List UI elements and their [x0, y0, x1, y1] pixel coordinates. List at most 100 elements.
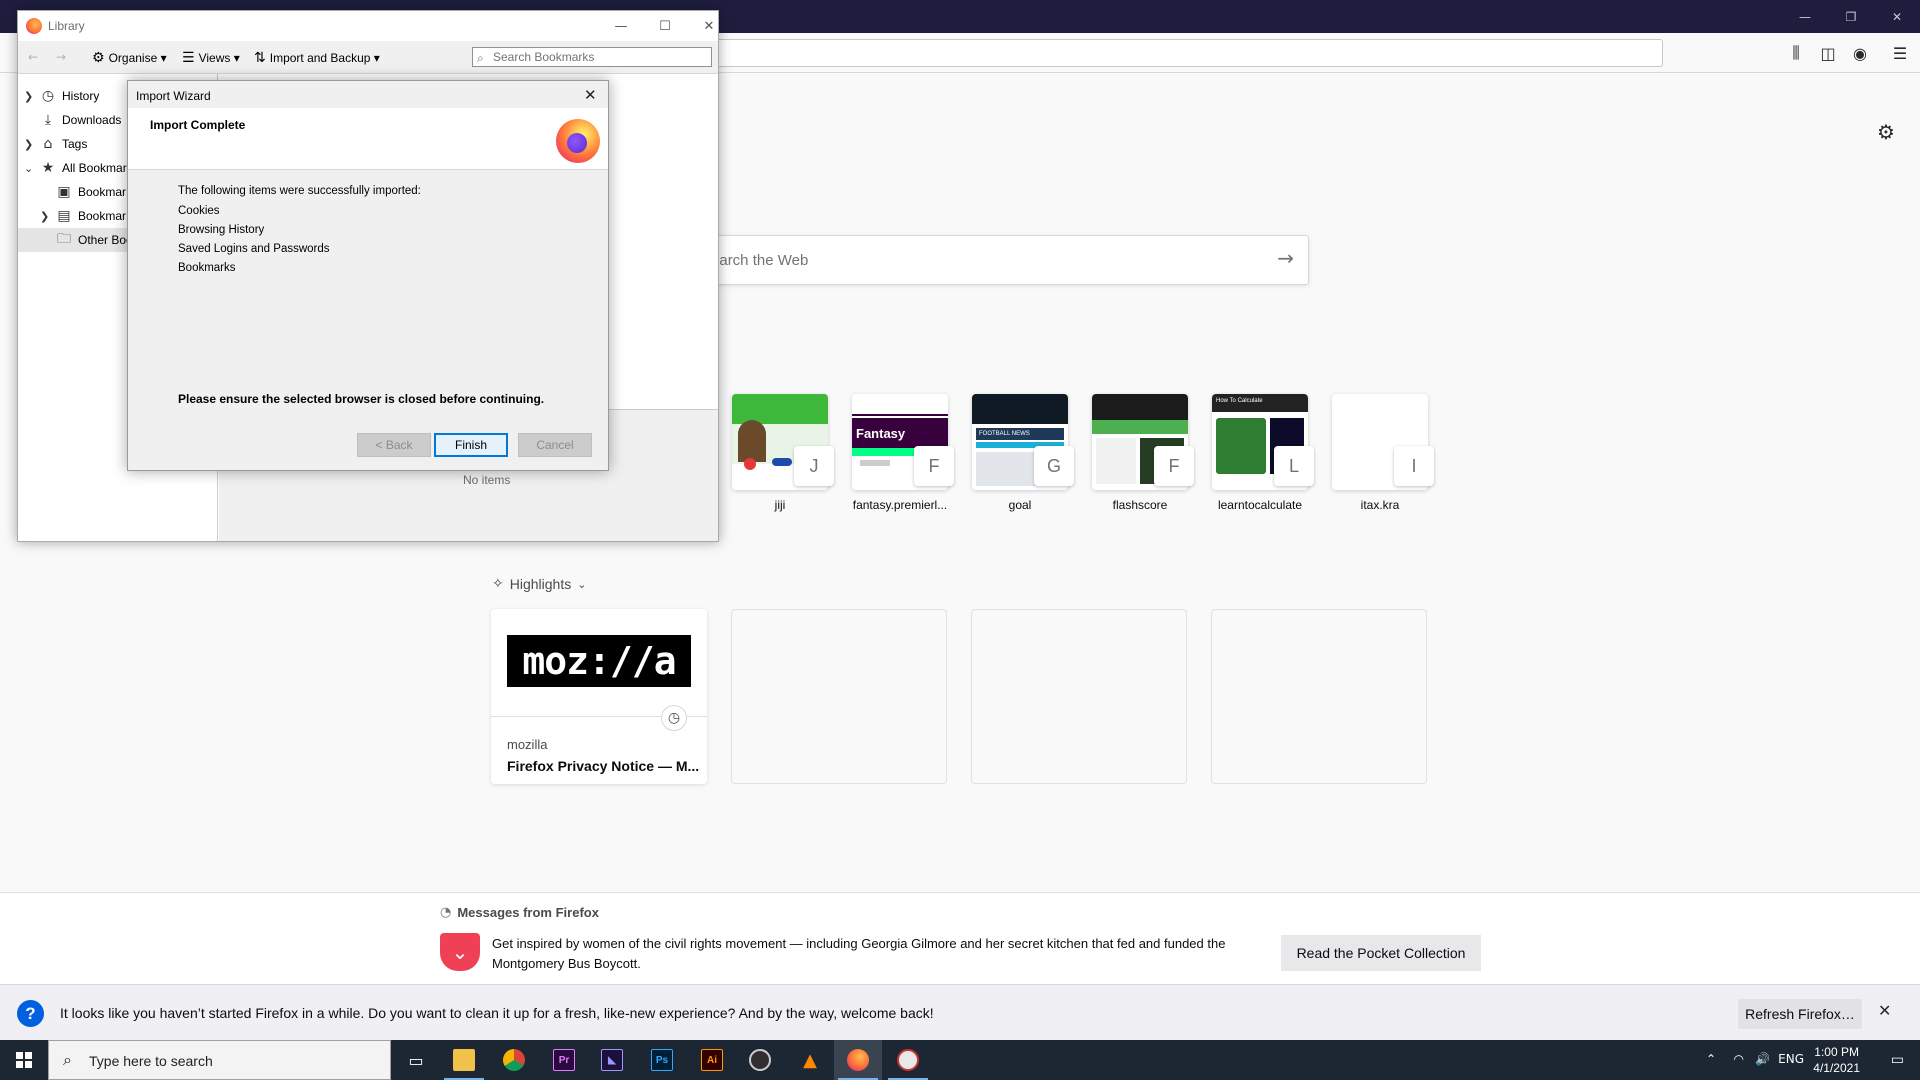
- mozilla-logo: moz://a: [507, 635, 691, 687]
- top-site-flashscore[interactable]: F flashscore: [1092, 394, 1194, 512]
- top-site-learntocalculate[interactable]: How To Calculate L learntocalculate: [1212, 394, 1314, 512]
- back-button[interactable]: < Back: [357, 433, 431, 457]
- url-bar[interactable]: [700, 39, 1663, 67]
- migration-icon: [897, 1049, 919, 1071]
- import-arrows-icon: ⇅: [254, 50, 266, 66]
- library-icon[interactable]: ⫼: [1784, 41, 1808, 65]
- chevron-right-icon[interactable]: ❯: [40, 210, 54, 223]
- views-menu[interactable]: ☰ Views ▾: [182, 50, 240, 66]
- highlight-card[interactable]: moz://a ◷ mozilla Firefox Privacy Notice…: [491, 609, 707, 784]
- restore-icon[interactable]: ❐: [1828, 0, 1874, 33]
- imported-item: Saved Logins and Passwords: [178, 243, 330, 255]
- forward-arrow-icon[interactable]: →: [56, 50, 66, 64]
- tree-item-bookmarks-toolbar[interactable]: ▣ Bookmar: [54, 180, 126, 204]
- gear-icon[interactable]: ⚙: [1877, 120, 1895, 144]
- minimize-icon[interactable]: —: [1782, 0, 1828, 33]
- search-bookmarks-input[interactable]: ⌕ Search Bookmarks: [472, 47, 712, 67]
- search-bookmarks-placeholder: Search Bookmarks: [493, 50, 595, 64]
- premiere-pro-app[interactable]: Pr: [540, 1040, 588, 1080]
- chevron-down-icon[interactable]: ⌄: [24, 162, 38, 175]
- highlights-header[interactable]: ✧ Highlights ⌄: [492, 576, 586, 592]
- language-indicator[interactable]: ENG: [1778, 1052, 1804, 1066]
- highlight-placeholder: [1211, 609, 1427, 784]
- file-explorer-app[interactable]: [440, 1040, 488, 1080]
- import-backup-label: Import and Backup: [269, 51, 371, 65]
- tree-item-downloads[interactable]: ⤓ Downloads: [24, 108, 121, 132]
- top-site-goal[interactable]: FOOTBALL NEWS G goal: [972, 394, 1074, 512]
- premiere-rush-icon: ◣: [601, 1049, 623, 1071]
- library-titlebar[interactable]: Library — ☐ ✕: [18, 11, 718, 41]
- photoshop-app[interactable]: Ps: [638, 1040, 686, 1080]
- top-site-fantasy[interactable]: Fantasy F fantasy.premierl...: [852, 394, 954, 512]
- top-site-letter: F: [914, 446, 954, 486]
- read-pocket-collection-button[interactable]: Read the Pocket Collection: [1281, 935, 1481, 971]
- wizard-title: Import Wizard: [136, 89, 211, 103]
- migration-app[interactable]: [884, 1040, 932, 1080]
- clock-icon: ◷: [661, 705, 687, 731]
- arrow-right-icon[interactable]: →: [1277, 246, 1294, 270]
- refresh-notification-bar: ? It looks like you haven’t started Fire…: [0, 984, 1920, 1040]
- cancel-button[interactable]: Cancel: [518, 433, 592, 457]
- close-icon[interactable]: ✕: [694, 15, 724, 37]
- tree-label: All Bookmar: [62, 161, 127, 175]
- finish-button[interactable]: Finish: [434, 433, 508, 457]
- tree-label: Other Boo: [78, 233, 133, 247]
- clock-time: 1:00 PM: [1814, 1045, 1859, 1059]
- tree-item-history[interactable]: ❯ ◷ History: [24, 84, 99, 108]
- close-icon[interactable]: ✕: [1874, 0, 1920, 33]
- firefox-app[interactable]: [834, 1040, 882, 1080]
- import-intro: The following items were successfully im…: [178, 185, 421, 197]
- organise-menu[interactable]: ⚙ Organise ▾: [92, 50, 167, 66]
- start-button[interactable]: [0, 1040, 48, 1080]
- top-site-jiji[interactable]: J jiji: [732, 394, 834, 512]
- clock[interactable]: 1:00 PM 4/1/2021: [1813, 1044, 1860, 1076]
- windows-logo-icon: [16, 1052, 32, 1068]
- illustrator-icon: Ai: [701, 1049, 723, 1071]
- volume-icon[interactable]: 🔊: [1755, 1052, 1770, 1066]
- task-view-button[interactable]: ▭: [392, 1040, 440, 1080]
- hamburger-menu-icon[interactable]: ☰: [1888, 41, 1912, 65]
- wifi-icon[interactable]: ◠: [1734, 1052, 1744, 1066]
- chrome-icon: [503, 1049, 525, 1071]
- tree-item-tags[interactable]: ❯ ⌂ Tags: [24, 132, 87, 156]
- import-backup-menu[interactable]: ⇅ Import and Backup ▾: [254, 50, 380, 66]
- chevron-right-icon[interactable]: ❯: [24, 90, 38, 103]
- no-items-text: No items: [463, 473, 511, 487]
- minimize-icon[interactable]: —: [606, 15, 636, 37]
- chevron-right-icon[interactable]: ❯: [24, 138, 38, 151]
- illustrator-app[interactable]: Ai: [688, 1040, 736, 1080]
- obs-app[interactable]: [736, 1040, 784, 1080]
- back-arrow-icon[interactable]: ←: [28, 50, 38, 64]
- tree-item-all-bookmarks[interactable]: ⌄ ★ All Bookmar: [24, 156, 127, 180]
- bookmark-menu-icon: ▤: [57, 208, 71, 224]
- notification-text: It looks like you haven’t started Firefo…: [60, 1005, 934, 1021]
- library-title: Library: [48, 19, 85, 33]
- organise-label: Organise: [108, 51, 158, 65]
- tile-learn-text: How To Calculate: [1212, 394, 1308, 412]
- vlc-icon: ▲: [803, 1049, 817, 1071]
- maximize-icon[interactable]: ☐: [650, 15, 680, 37]
- top-site-label: fantasy.premierl...: [852, 498, 948, 512]
- taskbar-search-box[interactable]: ⌕ Type here to search: [48, 1040, 391, 1080]
- wizard-heading: Import Complete: [150, 118, 246, 132]
- account-icon[interactable]: ◉: [1848, 41, 1872, 65]
- messages-header: ◔ Messages from Firefox: [440, 905, 599, 920]
- gear-icon: ⚙: [92, 50, 105, 66]
- list-icon: ☰: [182, 50, 195, 66]
- clock-icon: ◷: [41, 88, 55, 104]
- sidebar-icon[interactable]: ◫: [1816, 41, 1840, 65]
- tree-item-bookmarks-menu[interactable]: ❯ ▤ Bookmar: [40, 204, 126, 228]
- vlc-app[interactable]: ▲: [786, 1040, 834, 1080]
- close-icon[interactable]: ✕: [584, 86, 597, 104]
- close-icon[interactable]: ✕: [1878, 1001, 1891, 1020]
- tree-label: Bookmar: [78, 209, 127, 223]
- wizard-header: Import Complete: [128, 108, 608, 170]
- highlight-site: mozilla: [507, 737, 548, 752]
- notifications-icon[interactable]: ▭: [1891, 1052, 1904, 1068]
- top-site-itax[interactable]: I itax.kra: [1332, 394, 1434, 512]
- chrome-app[interactable]: [490, 1040, 538, 1080]
- chevron-up-icon[interactable]: ⌃: [1706, 1052, 1716, 1066]
- question-icon: ?: [17, 1000, 44, 1027]
- refresh-firefox-button[interactable]: Refresh Firefox…: [1738, 999, 1862, 1029]
- premiere-rush-app[interactable]: ◣: [588, 1040, 636, 1080]
